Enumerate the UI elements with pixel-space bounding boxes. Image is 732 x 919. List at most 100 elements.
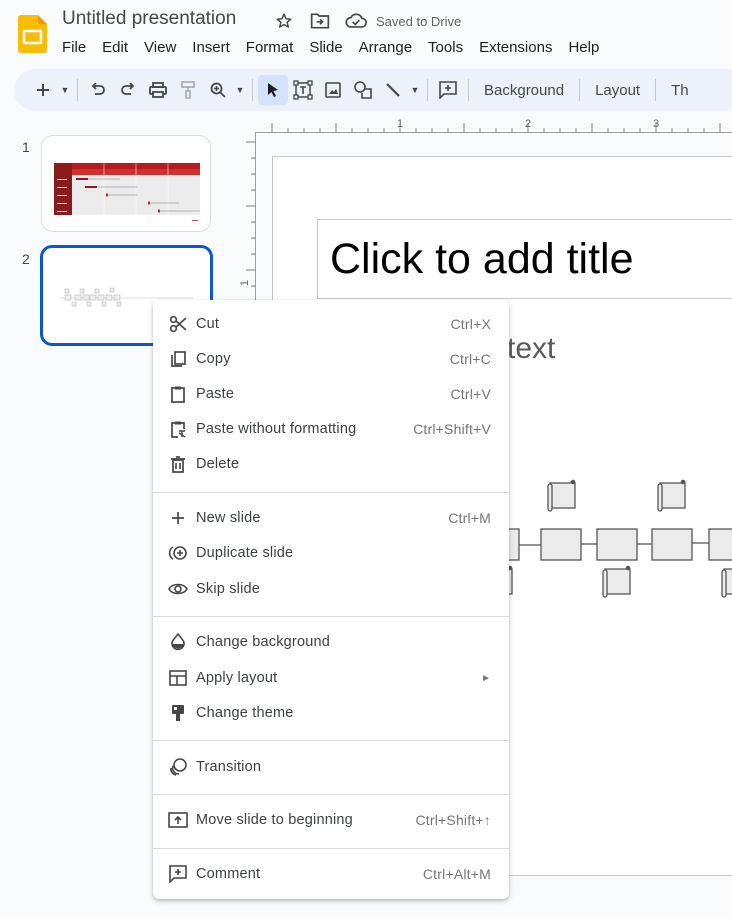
menu-item-delete[interactable]: Delete bbox=[153, 447, 509, 481]
print-icon[interactable] bbox=[143, 75, 173, 105]
toolbar-divider bbox=[655, 79, 657, 101]
menu-item-label: Copy bbox=[196, 351, 231, 367]
slide-thumbnail-1[interactable] bbox=[41, 135, 211, 232]
menu-divider bbox=[153, 740, 509, 741]
menu-edit[interactable]: Edit bbox=[94, 37, 136, 58]
slide-number: 1 bbox=[22, 139, 30, 155]
menu-item-change-theme[interactable]: Change theme bbox=[153, 696, 509, 730]
menu-item-label: Transition bbox=[196, 759, 262, 775]
move-to-folder-icon[interactable] bbox=[308, 10, 332, 32]
cloud-saved-icon[interactable] bbox=[344, 10, 368, 32]
zoom-dropdown-icon[interactable]: ▼ bbox=[233, 75, 247, 105]
subtitle-placeholder-text: text bbox=[507, 332, 556, 365]
menu-item-label: Paste bbox=[196, 386, 235, 402]
menu-item-shortcut: Ctrl+Shift+↑ bbox=[415, 812, 491, 828]
menu-divider bbox=[153, 492, 509, 493]
gantt-chart-thumbnail bbox=[54, 163, 200, 221]
menu-item-apply-layout[interactable]: Apply layout ► bbox=[153, 661, 509, 695]
menu-bar: File Edit View Insert Format Slide Arran… bbox=[54, 37, 607, 58]
horizontal-ruler[interactable]: 1 2 3 bbox=[255, 115, 732, 133]
copy-icon bbox=[167, 348, 189, 370]
menu-item-shortcut: Ctrl+Shift+V bbox=[413, 421, 491, 437]
shape-icon[interactable] bbox=[348, 75, 378, 105]
menu-item-copy[interactable]: Copy Ctrl+C bbox=[153, 342, 509, 376]
ruler-label: 1 bbox=[239, 280, 251, 286]
context-menu: Cut Ctrl+X Copy Ctrl+C Paste Ctrl+V Paste with… bbox=[153, 300, 509, 899]
slides-logo[interactable] bbox=[18, 15, 47, 53]
menu-item-new-slide[interactable]: New slide Ctrl+M bbox=[153, 501, 509, 535]
menu-item-comment[interactable]: Comment Ctrl+Alt+M bbox=[153, 857, 509, 891]
menu-view[interactable]: View bbox=[136, 37, 184, 58]
text-box-icon[interactable] bbox=[288, 75, 318, 105]
undo-icon[interactable] bbox=[83, 75, 113, 105]
cut-icon bbox=[167, 313, 189, 335]
menu-item-change-background[interactable]: Change background bbox=[153, 625, 509, 659]
menu-item-label: Duplicate slide bbox=[196, 545, 294, 561]
menu-help[interactable]: Help bbox=[560, 37, 607, 58]
menu-item-skip-slide[interactable]: Skip slide bbox=[153, 572, 509, 606]
menu-file[interactable]: File bbox=[54, 37, 94, 58]
ruler-label: 2 bbox=[525, 118, 531, 130]
document-title[interactable]: Untitled presentation bbox=[62, 8, 236, 30]
menu-item-move-slide-to-beginning[interactable]: Move slide to beginning Ctrl+Shift+↑ bbox=[153, 803, 509, 837]
select-icon[interactable] bbox=[258, 75, 288, 105]
toolbar-divider bbox=[252, 79, 253, 101]
star-icon[interactable] bbox=[272, 10, 296, 32]
image-icon[interactable] bbox=[318, 75, 348, 105]
paint-format-icon[interactable] bbox=[173, 75, 203, 105]
toolbar-divider bbox=[468, 79, 469, 101]
new-slide-icon[interactable] bbox=[28, 75, 58, 105]
menu-item-label: Paste without formatting bbox=[196, 421, 357, 437]
menu-insert[interactable]: Insert bbox=[184, 37, 238, 58]
zoom-icon[interactable] bbox=[203, 75, 233, 105]
menu-format[interactable]: Format bbox=[238, 37, 302, 58]
duplicate-icon bbox=[167, 542, 189, 564]
menu-item-label: Change theme bbox=[196, 705, 294, 721]
menu-arrange[interactable]: Arrange bbox=[351, 37, 420, 58]
timeline-diagram[interactable] bbox=[495, 470, 732, 605]
comment-icon[interactable] bbox=[433, 75, 463, 105]
menu-item-paste[interactable]: Paste Ctrl+V bbox=[153, 377, 509, 411]
menu-item-shortcut: Ctrl+Alt+M bbox=[422, 866, 491, 882]
theme-icon bbox=[167, 702, 189, 724]
timeline-box bbox=[540, 528, 582, 561]
ruler-label: 3 bbox=[653, 118, 659, 130]
ruler-label: 1 bbox=[397, 118, 403, 130]
paste-icon bbox=[167, 383, 189, 405]
menu-tools[interactable]: Tools bbox=[420, 37, 471, 58]
menu-slide[interactable]: Slide bbox=[301, 37, 350, 58]
toolbar-divider bbox=[579, 79, 581, 101]
timeline-box bbox=[596, 528, 638, 561]
timeline-box bbox=[708, 528, 732, 561]
move-to-beginning-icon bbox=[167, 809, 189, 831]
line-dropdown-icon[interactable]: ▼ bbox=[408, 75, 422, 105]
line-icon[interactable] bbox=[378, 75, 408, 105]
background-button[interactable]: Background bbox=[474, 75, 574, 105]
delete-icon bbox=[167, 453, 189, 475]
layout-button[interactable]: Layout bbox=[585, 75, 650, 105]
redo-icon[interactable] bbox=[113, 75, 143, 105]
theme-button[interactable]: Th bbox=[661, 75, 699, 105]
menu-item-shortcut: Ctrl+X bbox=[450, 316, 491, 332]
menu-extensions[interactable]: Extensions bbox=[471, 37, 560, 58]
transition-icon bbox=[167, 756, 189, 778]
toolbar-divider bbox=[427, 79, 428, 101]
scroll-note bbox=[659, 482, 686, 509]
background-icon bbox=[167, 631, 189, 653]
scroll-note bbox=[604, 568, 631, 595]
submenu-arrow-icon: ► bbox=[481, 672, 491, 684]
menu-item-label: Cut bbox=[196, 316, 220, 332]
timeline-box bbox=[651, 528, 693, 561]
menu-item-cut[interactable]: Cut Ctrl+X bbox=[153, 307, 509, 341]
menu-item-shortcut: Ctrl+M bbox=[448, 510, 491, 526]
scroll-note bbox=[549, 482, 576, 509]
menu-item-duplicate-slide[interactable]: Duplicate slide bbox=[153, 536, 509, 570]
menu-item-paste-without-formatting[interactable]: Paste without formatting Ctrl+Shift+V bbox=[153, 412, 509, 446]
menu-item-transition[interactable]: Transition bbox=[153, 750, 509, 784]
title-placeholder[interactable]: Click to add title bbox=[330, 235, 634, 284]
save-status: Saved to Drive bbox=[376, 13, 462, 29]
layout-icon bbox=[167, 667, 189, 689]
new-slide-dropdown-icon[interactable]: ▼ bbox=[58, 75, 72, 105]
toolbar-divider bbox=[77, 79, 78, 101]
eye-icon bbox=[167, 578, 189, 600]
